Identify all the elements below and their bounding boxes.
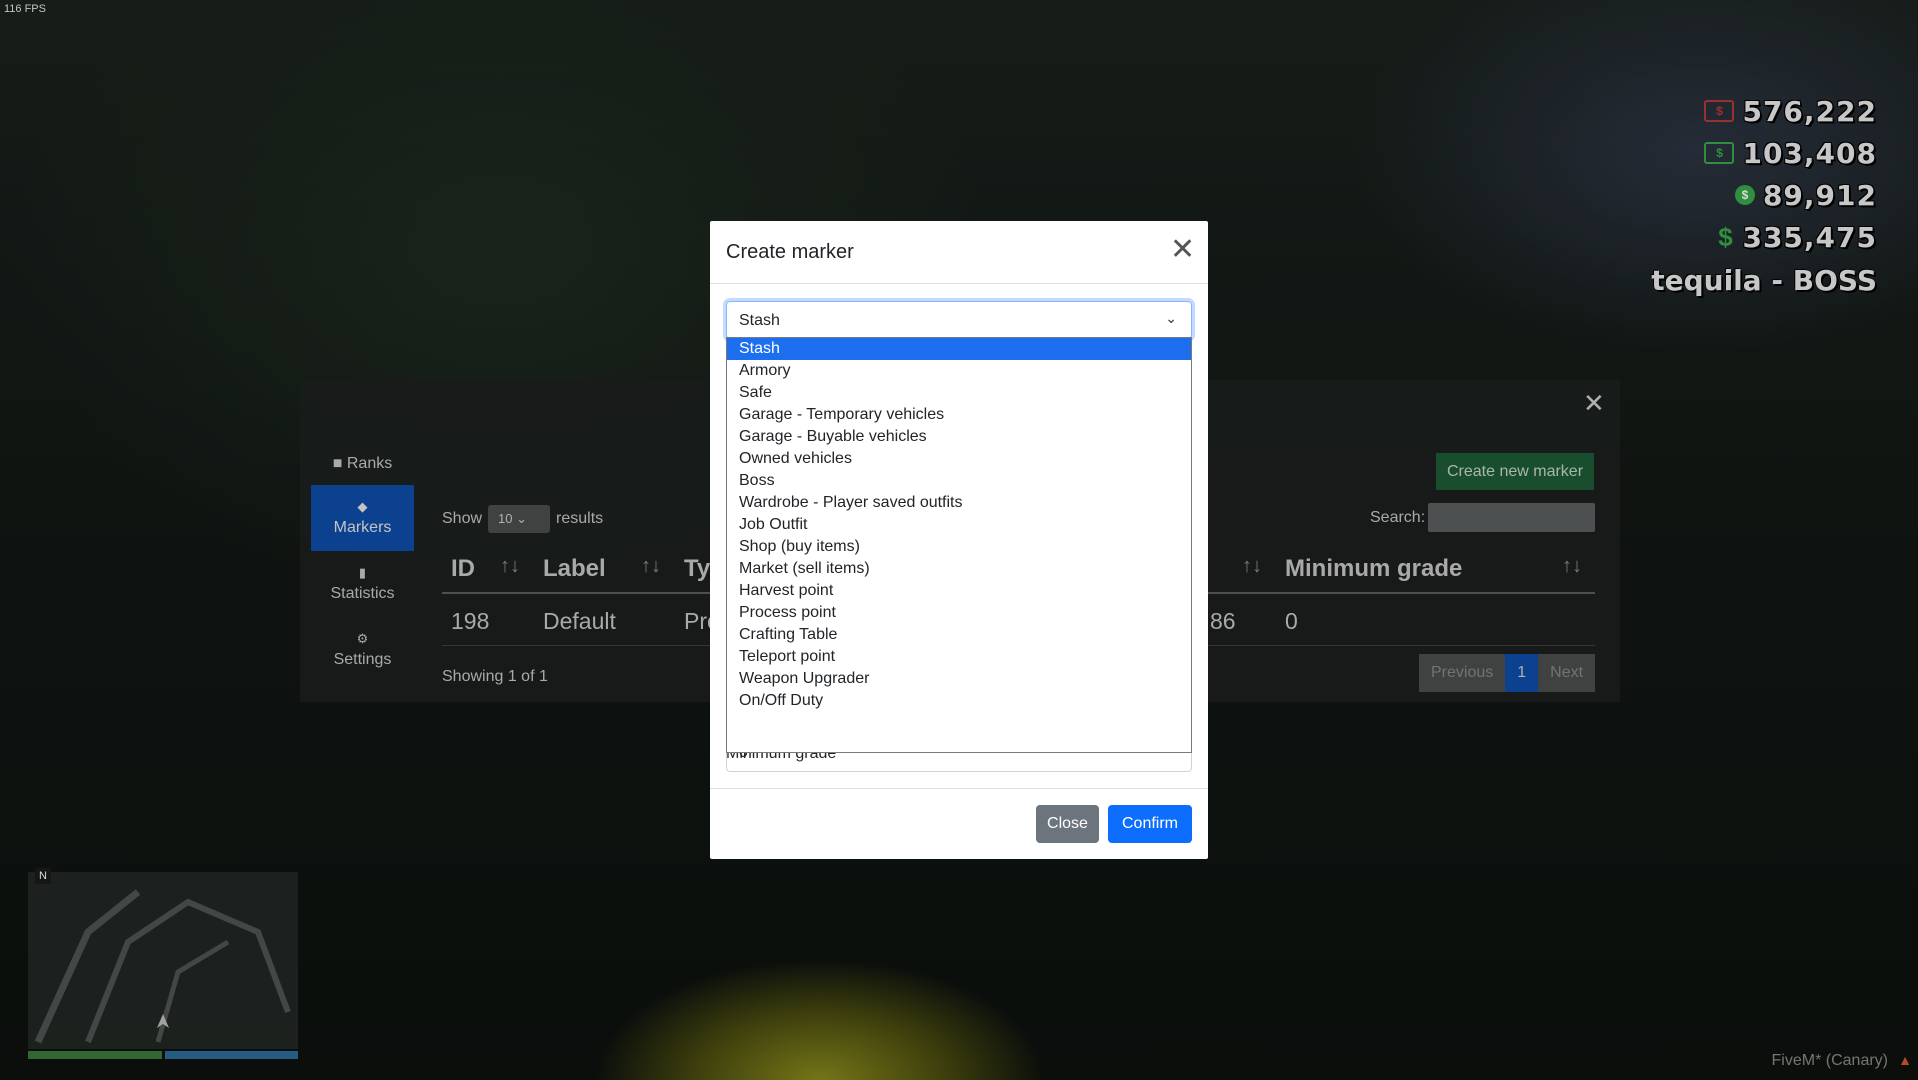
option-stash[interactable]: Stash [727, 338, 1191, 360]
confirm-button[interactable]: Confirm [1108, 805, 1192, 843]
option-wardrobe[interactable]: Wardrobe - Player saved outfits [727, 492, 1191, 514]
option-garage-buyable[interactable]: Garage - Buyable vehicles [727, 426, 1191, 448]
option-boss[interactable]: Boss [727, 470, 1191, 492]
option-process-point[interactable]: Process point [727, 602, 1191, 624]
selected-type: Stash [739, 312, 780, 329]
modal-footer-divider [710, 788, 1208, 789]
option-safe[interactable]: Safe [727, 382, 1191, 404]
option-market[interactable]: Market (sell items) [727, 558, 1191, 580]
option-weapon-upgrader[interactable]: Weapon Upgrader [727, 668, 1191, 690]
option-on-off-duty[interactable]: On/Off Duty [727, 690, 1191, 712]
modal-title: Create marker [726, 241, 854, 263]
close-button[interactable]: Close [1036, 805, 1099, 843]
option-owned-vehicles[interactable]: Owned vehicles [727, 448, 1191, 470]
option-garage-temporary[interactable]: Garage - Temporary vehicles [727, 404, 1191, 426]
chevron-down-icon: ⌄ [1165, 310, 1177, 326]
create-marker-modal: Create marker ✕ Stash ⌄ Minimum grade 0 … [710, 221, 1208, 859]
option-crafting-table[interactable]: Crafting Table [727, 624, 1191, 646]
option-harvest-point[interactable]: Harvest point [727, 580, 1191, 602]
option-teleport-point[interactable]: Teleport point [727, 646, 1191, 668]
option-job-outfit[interactable]: Job Outfit [727, 514, 1191, 536]
marker-type-dropdown: Stash Armory Safe Garage - Temporary veh… [726, 337, 1192, 753]
option-shop[interactable]: Shop (buy items) [727, 536, 1191, 558]
option-armory[interactable]: Armory [727, 360, 1191, 382]
close-icon[interactable]: ✕ [1170, 235, 1195, 265]
marker-type-select[interactable]: Stash ⌄ [726, 301, 1192, 339]
modal-header-divider [710, 283, 1208, 284]
